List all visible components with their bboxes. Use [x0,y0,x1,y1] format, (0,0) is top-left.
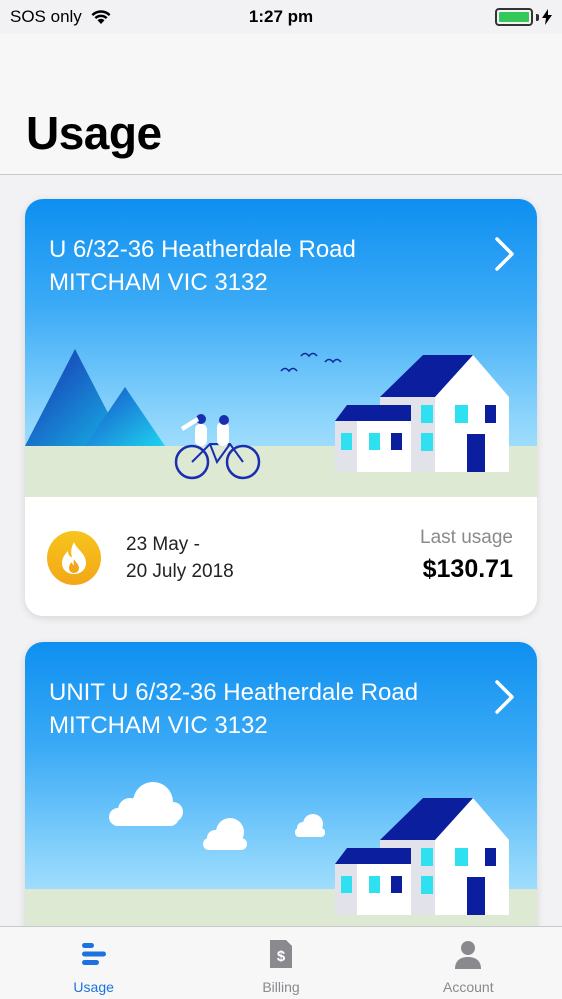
flame-icon [62,542,86,574]
property-address: UNIT U 6/32-36 Heatherdale Road MITCHAM … [49,676,469,742]
usage-bars-icon [81,943,106,965]
address-line-1: U 6/32-36 Heatherdale Road [49,236,356,263]
billing-period: 23 May - 20 July 2018 [126,531,234,585]
last-usage-label: Last usage [420,527,513,548]
period-end: 20 July 2018 [126,561,234,582]
tab-bar: Usage $ Billing Account [0,926,562,999]
address-line-2: MITCHAM VIC 3132 [49,712,268,739]
property-card[interactable]: U 6/32-36 Heatherdale Road MITCHAM VIC 3… [25,199,537,616]
battery-icon [495,8,533,26]
house-illustration [335,355,509,472]
card-hero: U 6/32-36 Heatherdale Road MITCHAM VIC 3… [25,199,537,497]
card-hero: UNIT U 6/32-36 Heatherdale Road MITCHAM … [25,642,537,926]
tab-usage[interactable]: Usage [0,927,187,999]
status-bar: SOS only 1:27 pm [0,0,562,34]
page-title: Usage [26,107,162,159]
tab-label: Account [443,979,494,995]
status-left: SOS only [10,7,112,27]
tab-label: Usage [73,979,114,995]
address-line-2: MITCHAM VIC 3132 [49,269,268,296]
address-line-1: UNIT U 6/32-36 Heatherdale Road [49,679,419,706]
cloud-illustration [109,782,325,850]
house-illustration [335,798,509,915]
last-usage-amount: $130.71 [422,555,513,583]
tab-label: Billing [262,979,300,995]
wifi-icon [91,10,111,24]
chevron-right-icon[interactable] [493,679,517,715]
svg-text:$: $ [277,948,286,965]
nav-header: Usage [0,34,562,175]
account-person-icon [455,941,482,969]
usage-list[interactable]: U 6/32-36 Heatherdale Road MITCHAM VIC 3… [0,176,562,926]
carrier-label: SOS only [10,7,82,26]
chevron-right-icon[interactable] [493,236,517,272]
tab-account[interactable]: Account [375,927,562,999]
battery-indicator [495,8,552,26]
billing-dollar-icon: $ [269,940,292,968]
charging-bolt-icon [542,9,552,25]
tab-billing[interactable]: $ Billing [187,927,374,999]
fuel-badge [47,531,101,585]
property-address: U 6/32-36 Heatherdale Road MITCHAM VIC 3… [49,233,469,299]
card-footer: 23 May - 20 July 2018 Last usage $130.71 [25,497,537,616]
property-card[interactable]: UNIT U 6/32-36 Heatherdale Road MITCHAM … [25,642,537,926]
period-start: 23 May - [126,534,200,555]
